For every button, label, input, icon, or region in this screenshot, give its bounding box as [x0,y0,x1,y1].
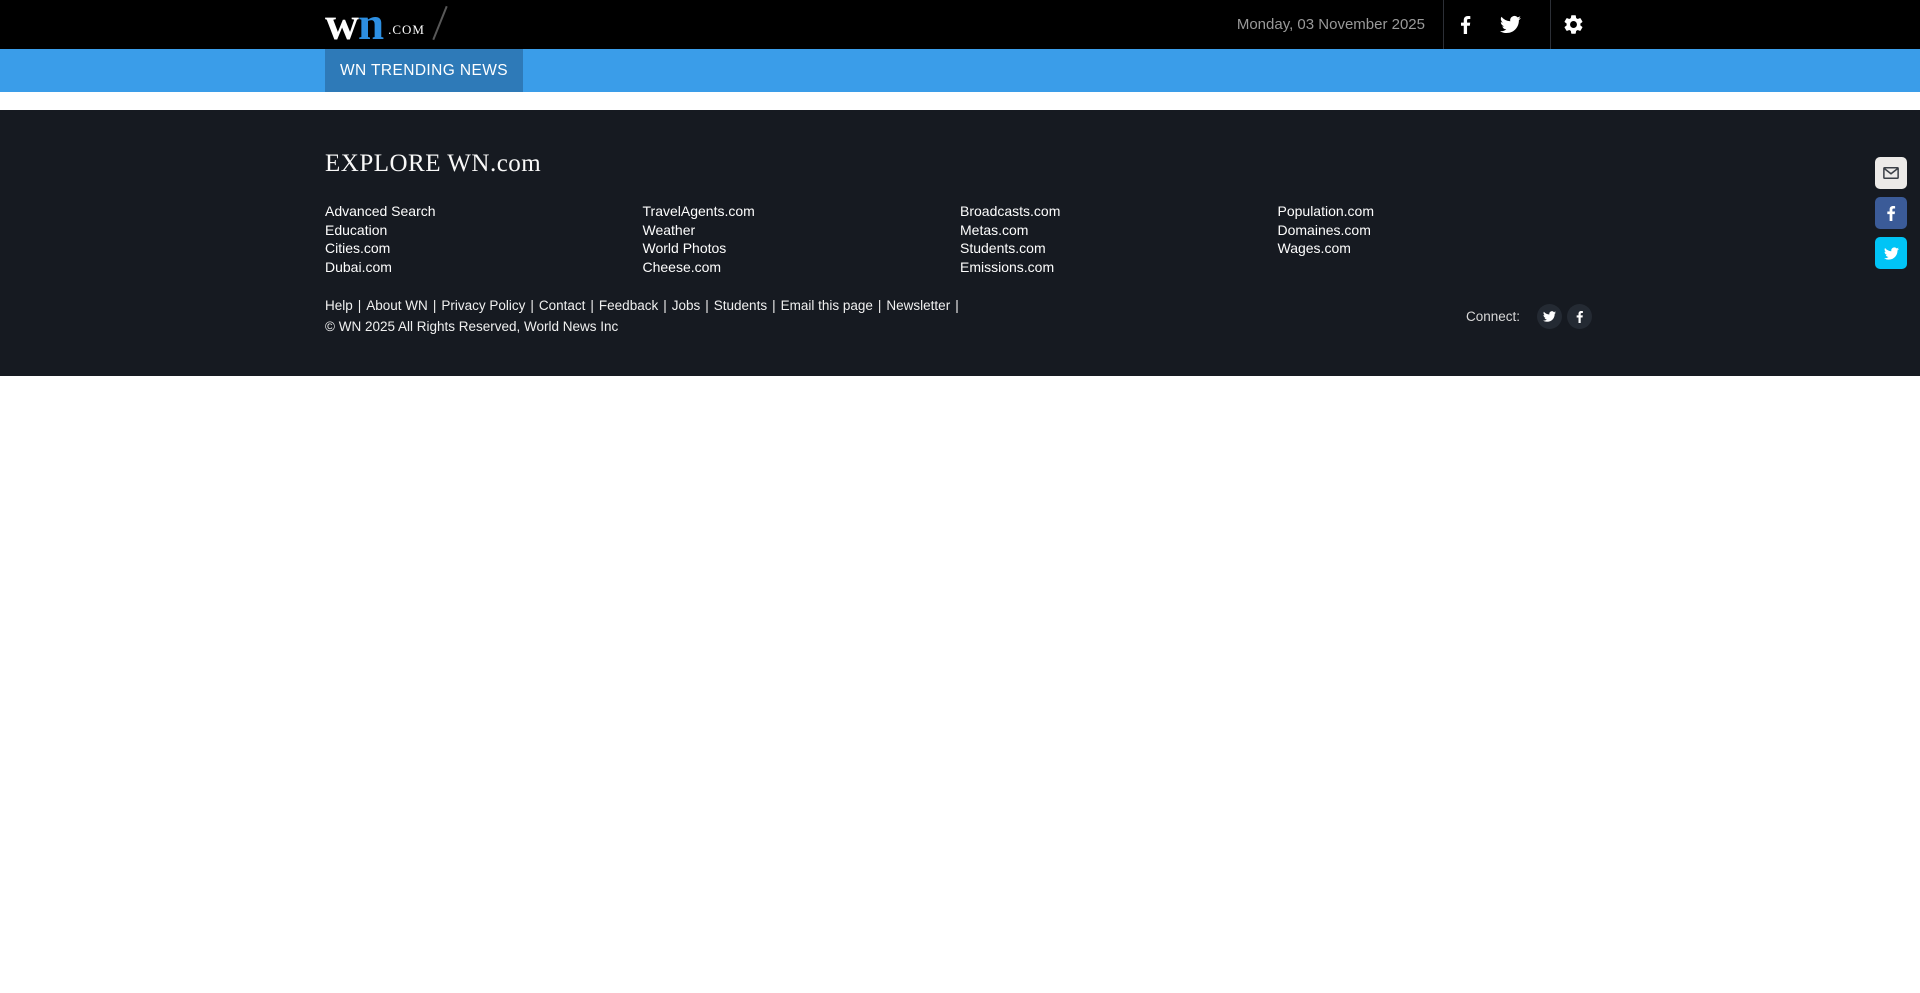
link-separator: | [433,298,437,313]
current-date: Monday, 03 November 2025 [1237,16,1425,33]
copyright-notice: © WN 2025 All Rights Reserved, World New… [325,318,964,336]
link-separator: | [878,298,882,313]
footer-column-1: Advanced Search Education Cities.com Dub… [325,202,643,276]
top-header: wn .COM Monday, 03 November 2025 [0,0,1920,49]
share-toolbar [1875,157,1907,269]
twitter-icon[interactable] [1488,0,1532,49]
footer-link-jobs[interactable]: Jobs [672,298,701,313]
facebook-icon[interactable] [1567,304,1592,329]
footer: EXPLORE WN.com Advanced Search Education… [0,110,1920,376]
footer-link-broadcasts[interactable]: Broadcasts.com [960,202,1060,221]
tab-trending-news[interactable]: WN TRENDING NEWS [325,49,523,92]
footer-link-world-photos[interactable]: World Photos [643,239,727,258]
link-separator: | [955,298,959,313]
logo-letter-w: w [325,0,358,50]
footer-link-feedback[interactable]: Feedback [599,298,658,313]
footer-bottom-row: Help | About WN | Privacy Policy | Contact | Fee… [325,297,1595,336]
footer-link-about-wn[interactable]: About WN [366,298,428,313]
facebook-icon[interactable] [1875,197,1907,229]
footer-link-travelagents[interactable]: TravelAgents.com [643,202,755,221]
header-right-group: Monday, 03 November 2025 [1237,0,1595,49]
footer-heading: EXPLORE WN.com [325,150,1595,178]
footer-link-education[interactable]: Education [325,221,387,240]
logo-com-suffix: .COM [388,22,425,49]
link-separator: | [358,298,362,313]
footer-link-wages[interactable]: Wages.com [1278,239,1351,258]
footer-link-advanced-search[interactable]: Advanced Search [325,202,436,221]
footer-link-metas[interactable]: Metas.com [960,221,1028,240]
facebook-icon[interactable] [1444,0,1488,49]
trending-bar: WN TRENDING NEWS [0,49,1920,92]
footer-link-weather[interactable]: Weather [643,221,696,240]
footer-column-3: Broadcasts.com Metas.com Students.com Em… [960,202,1278,276]
connect-group: Connect: [1466,304,1592,329]
connect-label: Connect: [1466,309,1520,324]
footer-link-help[interactable]: Help [325,298,353,313]
gear-icon[interactable] [1551,0,1595,49]
twitter-icon[interactable] [1537,304,1562,329]
logo-wordmark: wn [325,0,383,49]
footer-link-population[interactable]: Population.com [1278,202,1375,221]
content-gap [0,92,1920,110]
link-separator: | [705,298,709,313]
link-separator: | [663,298,667,313]
twitter-icon[interactable] [1875,237,1907,269]
footer-utility-links: Help | About WN | Privacy Policy | Contact | Fee… [325,297,964,315]
email-icon[interactable] [1875,157,1907,189]
footer-column-4: Population.com Domaines.com Wages.com [1278,202,1596,276]
logo-slash-divider [432,5,447,39]
link-separator: | [590,298,594,313]
footer-link-students[interactable]: Students.com [960,239,1046,258]
footer-link-contact[interactable]: Contact [539,298,586,313]
footer-column-2: TravelAgents.com Weather World Photos Ch… [643,202,961,276]
footer-link-students[interactable]: Students [714,298,767,313]
footer-link-emissions[interactable]: Emissions.com [960,258,1054,277]
wn-logo[interactable]: wn .COM [325,0,441,49]
footer-link-cities[interactable]: Cities.com [325,239,390,258]
link-separator: | [530,298,534,313]
footer-link-columns: Advanced Search Education Cities.com Dub… [325,202,1595,276]
logo-letter-n: n [358,0,383,50]
footer-legal: Help | About WN | Privacy Policy | Contact | Fee… [325,297,964,336]
footer-link-cheese[interactable]: Cheese.com [643,258,722,277]
footer-link-domaines[interactable]: Domaines.com [1278,221,1371,240]
footer-link-dubai[interactable]: Dubai.com [325,258,392,277]
footer-link-newsletter[interactable]: Newsletter [886,298,950,313]
footer-link-email-this-page[interactable]: Email this page [781,298,873,313]
link-separator: | [772,298,776,313]
footer-link-privacy-policy[interactable]: Privacy Policy [441,298,525,313]
